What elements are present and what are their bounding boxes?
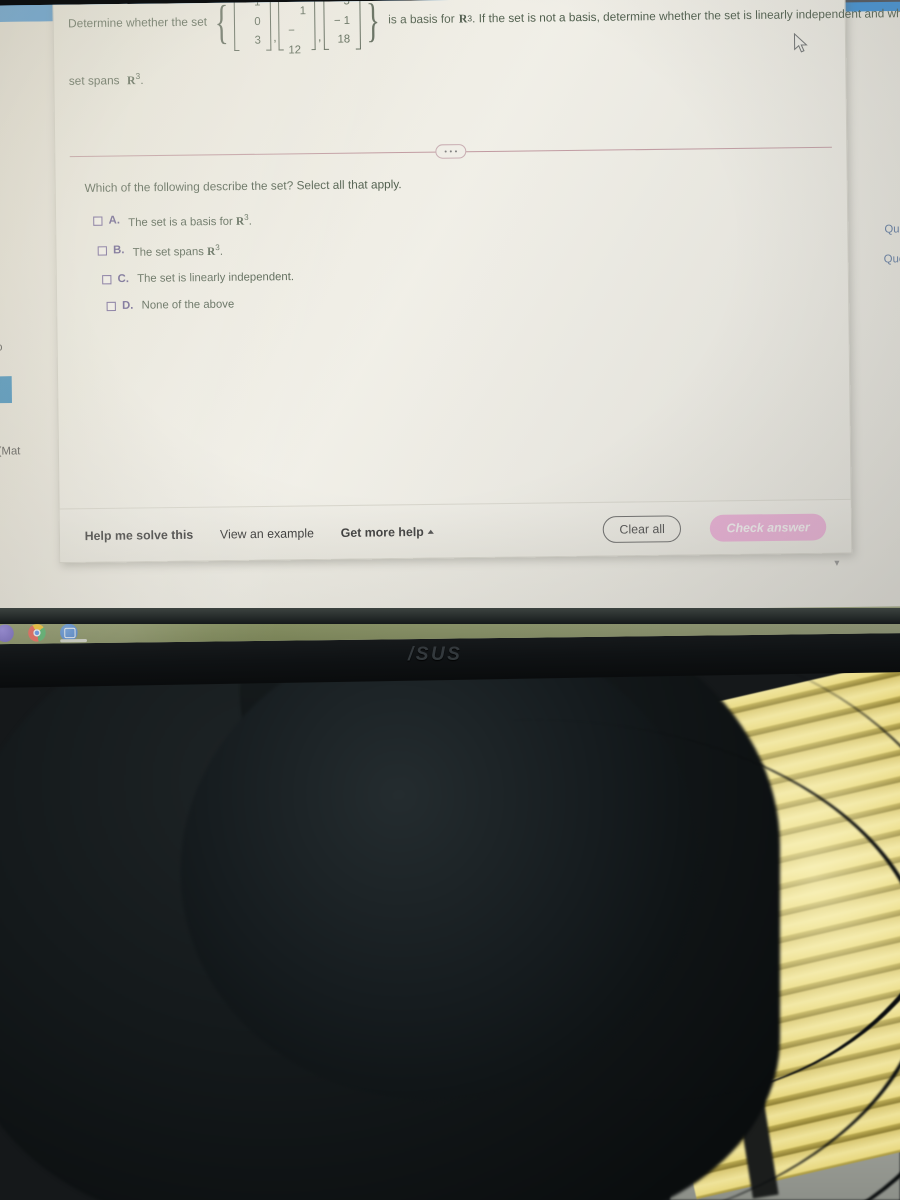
vector-1-row-2: 0 [254, 15, 261, 28]
option-b-math: R [206, 245, 216, 258]
vector-1-row-3: 3 [254, 34, 262, 48]
option-a-letter: A. [108, 214, 121, 227]
vector-set-expression: { 1 0 3 , 1 − 12 , 5 − 1 18} [210, 0, 385, 56]
checkbox-c[interactable] [102, 275, 112, 285]
answer-options-group: A. The set is a basis for R3. B. The set… [93, 212, 294, 313]
more-options-dots-button[interactable] [435, 144, 467, 159]
option-a-label: The set is a basis for [128, 215, 237, 230]
vector-separator-1: , [273, 29, 277, 44]
caret-up-icon [427, 529, 435, 534]
vector-2-row-2: 1 [299, 4, 307, 18]
option-d[interactable]: D. None of the above [106, 298, 295, 313]
option-b-text: The set spans R3. [133, 242, 223, 258]
dialog-content: Determine whether the set { 1 0 3 , 1 − … [53, 0, 900, 508]
r-symbol-2: R [126, 74, 136, 88]
get-more-help-label: Get more help [340, 524, 424, 540]
monitor-screen: stio stio what to ourse (Mat Qu Que Star… [0, 0, 900, 645]
help-me-solve-this-link[interactable]: Help me solve this [85, 527, 194, 543]
option-b-letter: B. [113, 243, 125, 257]
get-more-help-link[interactable]: Get more help [341, 524, 435, 540]
vector-2-right-bracket [310, 0, 317, 51]
purple-app-icon[interactable] [0, 623, 14, 642]
vector-3: 5 − 1 18 [322, 0, 361, 50]
option-b[interactable]: B. The set spans R3. [97, 242, 294, 259]
background-fragment-course: ourse (Mat [0, 445, 21, 458]
option-a[interactable]: A. The set is a basis for R3. [93, 212, 293, 230]
mouse-cursor [793, 32, 809, 54]
option-d-text: None of the above [141, 298, 235, 313]
vector-3-row-3: 18 [337, 33, 351, 47]
vector-2-row-3: − 12 [288, 24, 302, 57]
question-line2-period: . [140, 74, 144, 88]
asus-brand-logo: /SUS [408, 644, 463, 665]
checkbox-b[interactable] [97, 245, 108, 256]
vector-separator-2: , [317, 28, 322, 44]
options-prompt: Which of the following describe the set?… [84, 178, 402, 196]
room-photo-background [0, 600, 900, 1200]
option-c-text: The set is linearly independent. [137, 271, 295, 286]
check-answer-button[interactable]: Check answer [709, 513, 827, 542]
toolbar-spacer [434, 529, 603, 531]
vector-3-row-1: 5 [343, 0, 350, 8]
vector-2: − 3 1 − 12 [278, 0, 317, 56]
question-line2-prefix: set spans [68, 74, 120, 88]
option-b-tail: . [219, 245, 224, 258]
question-suffix-part2: . If the set is not a basis, determine w… [472, 7, 900, 26]
option-b-label: The set spans [132, 245, 208, 259]
dot-3 [454, 150, 458, 153]
option-d-letter: D. [121, 299, 134, 313]
dot-1 [444, 150, 447, 153]
option-c-letter: C. [117, 273, 130, 286]
question-dialog: Determine whether the set { 1 0 3 , 1 − … [51, 0, 900, 569]
checkbox-d[interactable] [106, 302, 116, 312]
r-symbol-1: R [458, 12, 468, 26]
taskbar-active-indicator [60, 638, 88, 643]
vector-1-right-bracket [265, 0, 272, 51]
option-a-math: R [235, 215, 245, 228]
chevron-down-icon[interactable]: ▾ [831, 557, 844, 570]
clear-all-button[interactable]: Clear all [602, 514, 682, 543]
vector-3-row-2: − 1 [333, 14, 351, 27]
background-fragment-qu-2: Que [883, 252, 900, 266]
dot-2 [449, 150, 453, 153]
question-prefix: Determine whether the set [68, 16, 208, 31]
vector-3-right-bracket [354, 0, 361, 50]
vector-1: 1 0 3 [233, 0, 272, 52]
right-set-brace: } [365, 0, 380, 47]
question-suffix-part1: is a basis for [388, 12, 455, 27]
left-set-brace: { [214, 0, 229, 49]
start-button[interactable]: Start [0, 376, 12, 404]
monitor-bottom-edge [0, 608, 900, 624]
view-an-example-link[interactable]: View an example [220, 525, 314, 541]
option-c[interactable]: C. The set is linearly independent. [102, 271, 294, 286]
chrome-icon[interactable] [28, 623, 46, 642]
option-a-tail: . [248, 215, 252, 228]
background-fragment-whatto: what to [0, 341, 3, 354]
checkbox-a[interactable] [93, 216, 103, 226]
question-statement: Determine whether the set { 1 0 3 , 1 − … [68, 0, 900, 91]
dialog-toolbar: Help me solve this View an example Get m… [59, 498, 852, 563]
question-line-2: set spans R3. [69, 62, 831, 90]
option-a-text: The set is a basis for R3. [128, 213, 252, 230]
background-fragment-qu-1: Qu [884, 223, 900, 236]
vector-1-row-1: 1 [254, 0, 261, 9]
